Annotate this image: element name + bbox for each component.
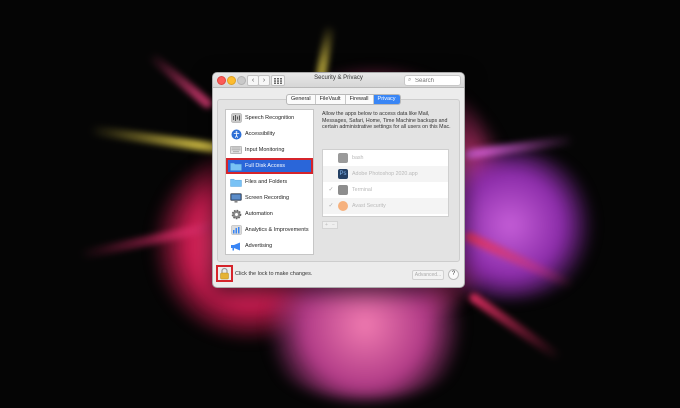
- sidebar-item-label: Analytics & Improvements: [245, 227, 309, 233]
- content-area: Allow the apps below to access data like…: [322, 111, 452, 131]
- color-streak: [89, 125, 220, 154]
- app-checkbox[interactable]: [328, 155, 334, 161]
- security-privacy-window: ‹ › Security & Privacy ⌕ General FileVau…: [212, 72, 465, 288]
- keyboard-icon: [230, 145, 242, 156]
- sidebar-item-full-disk-access[interactable]: Full Disk Access: [226, 158, 313, 174]
- tab-privacy[interactable]: Privacy: [373, 95, 400, 104]
- app-checkbox[interactable]: ✓: [328, 187, 334, 193]
- speech-icon: [230, 113, 242, 124]
- app-checkbox[interactable]: [328, 171, 334, 177]
- app-list[interactable]: bash Ps Adobe Photoshop 2020.app ✓ Termi…: [322, 149, 449, 217]
- app-name: Avast Security: [352, 203, 386, 209]
- sidebar-item-analytics[interactable]: Analytics & Improvements: [226, 222, 313, 238]
- app-name: Adobe Photoshop 2020.app: [352, 171, 418, 177]
- monitor-icon: [230, 193, 242, 204]
- remove-app-button[interactable]: −: [330, 222, 337, 228]
- app-name: Terminal: [352, 187, 373, 193]
- accessibility-icon: [230, 129, 242, 140]
- sidebar-item-speech-recognition[interactable]: Speech Recognition: [226, 110, 313, 126]
- sidebar-item-label: Advertising: [245, 243, 273, 249]
- sidebar-item-label: Input Monitoring: [245, 147, 285, 153]
- advanced-button[interactable]: Advanced...: [412, 270, 444, 280]
- sidebar-item-screen-recording[interactable]: Screen Recording: [226, 190, 313, 206]
- add-remove-buttons: + −: [322, 221, 338, 229]
- chart-icon: [230, 225, 242, 236]
- list-item[interactable]: bash: [323, 150, 448, 166]
- color-streak: [146, 51, 215, 111]
- access-description: Allow the apps below to access data like…: [322, 111, 451, 131]
- tab-bar: General FileVault Firewall Privacy: [286, 94, 401, 105]
- footer-bar: Click the lock to make changes. Advanced…: [213, 265, 464, 285]
- tab-filevault[interactable]: FileVault: [316, 95, 346, 104]
- sidebar-item-advertising[interactable]: Advertising: [226, 238, 313, 254]
- sidebar-item-automation[interactable]: Automation: [226, 206, 313, 222]
- list-item[interactable]: Ps Adobe Photoshop 2020.app: [323, 166, 448, 182]
- sidebar-item-label: Speech Recognition: [245, 115, 295, 121]
- sidebar-item-files-and-folders[interactable]: Files and Folders: [226, 174, 313, 190]
- privacy-category-list[interactable]: Speech Recognition Accessibility Input M…: [225, 109, 314, 255]
- photoshop-icon: Ps: [338, 169, 348, 179]
- search-icon: ⌕: [408, 77, 412, 83]
- tab-firewall[interactable]: Firewall: [346, 95, 374, 104]
- avast-icon: [338, 201, 348, 211]
- help-button[interactable]: ?: [448, 269, 459, 280]
- megaphone-icon: [230, 241, 242, 252]
- lock-button[interactable]: [216, 265, 233, 282]
- list-item[interactable]: ✓ Terminal: [323, 182, 448, 198]
- search-input[interactable]: [415, 76, 458, 85]
- list-item[interactable]: ✓ Avast Security: [323, 198, 448, 214]
- sidebar-item-label: Files and Folders: [245, 179, 288, 185]
- lock-instruction: Click the lock to make changes.: [235, 271, 313, 277]
- sidebar-item-label: Screen Recording: [245, 195, 290, 201]
- folder-icon: [230, 161, 242, 172]
- folder-icon: [230, 177, 242, 188]
- search-field[interactable]: ⌕: [404, 75, 461, 86]
- color-streak: [467, 290, 563, 363]
- add-app-button[interactable]: +: [323, 222, 330, 228]
- lock-icon: [220, 267, 229, 280]
- tab-general[interactable]: General: [287, 95, 316, 104]
- sidebar-item-label: Accessibility: [245, 131, 275, 137]
- sidebar-item-label: Automation: [245, 211, 273, 217]
- app-name: bash: [352, 155, 364, 161]
- sidebar-item-label: Full Disk Access: [245, 163, 286, 169]
- sidebar-item-input-monitoring[interactable]: Input Monitoring: [226, 142, 313, 158]
- gear-icon: [230, 209, 242, 220]
- sidebar-item-accessibility[interactable]: Accessibility: [226, 126, 313, 142]
- title-bar: ‹ › Security & Privacy ⌕: [213, 73, 464, 88]
- terminal-icon: [338, 153, 348, 163]
- terminal-icon: [338, 185, 348, 195]
- app-checkbox[interactable]: ✓: [328, 203, 334, 209]
- privacy-panel: Speech Recognition Accessibility Input M…: [217, 99, 460, 262]
